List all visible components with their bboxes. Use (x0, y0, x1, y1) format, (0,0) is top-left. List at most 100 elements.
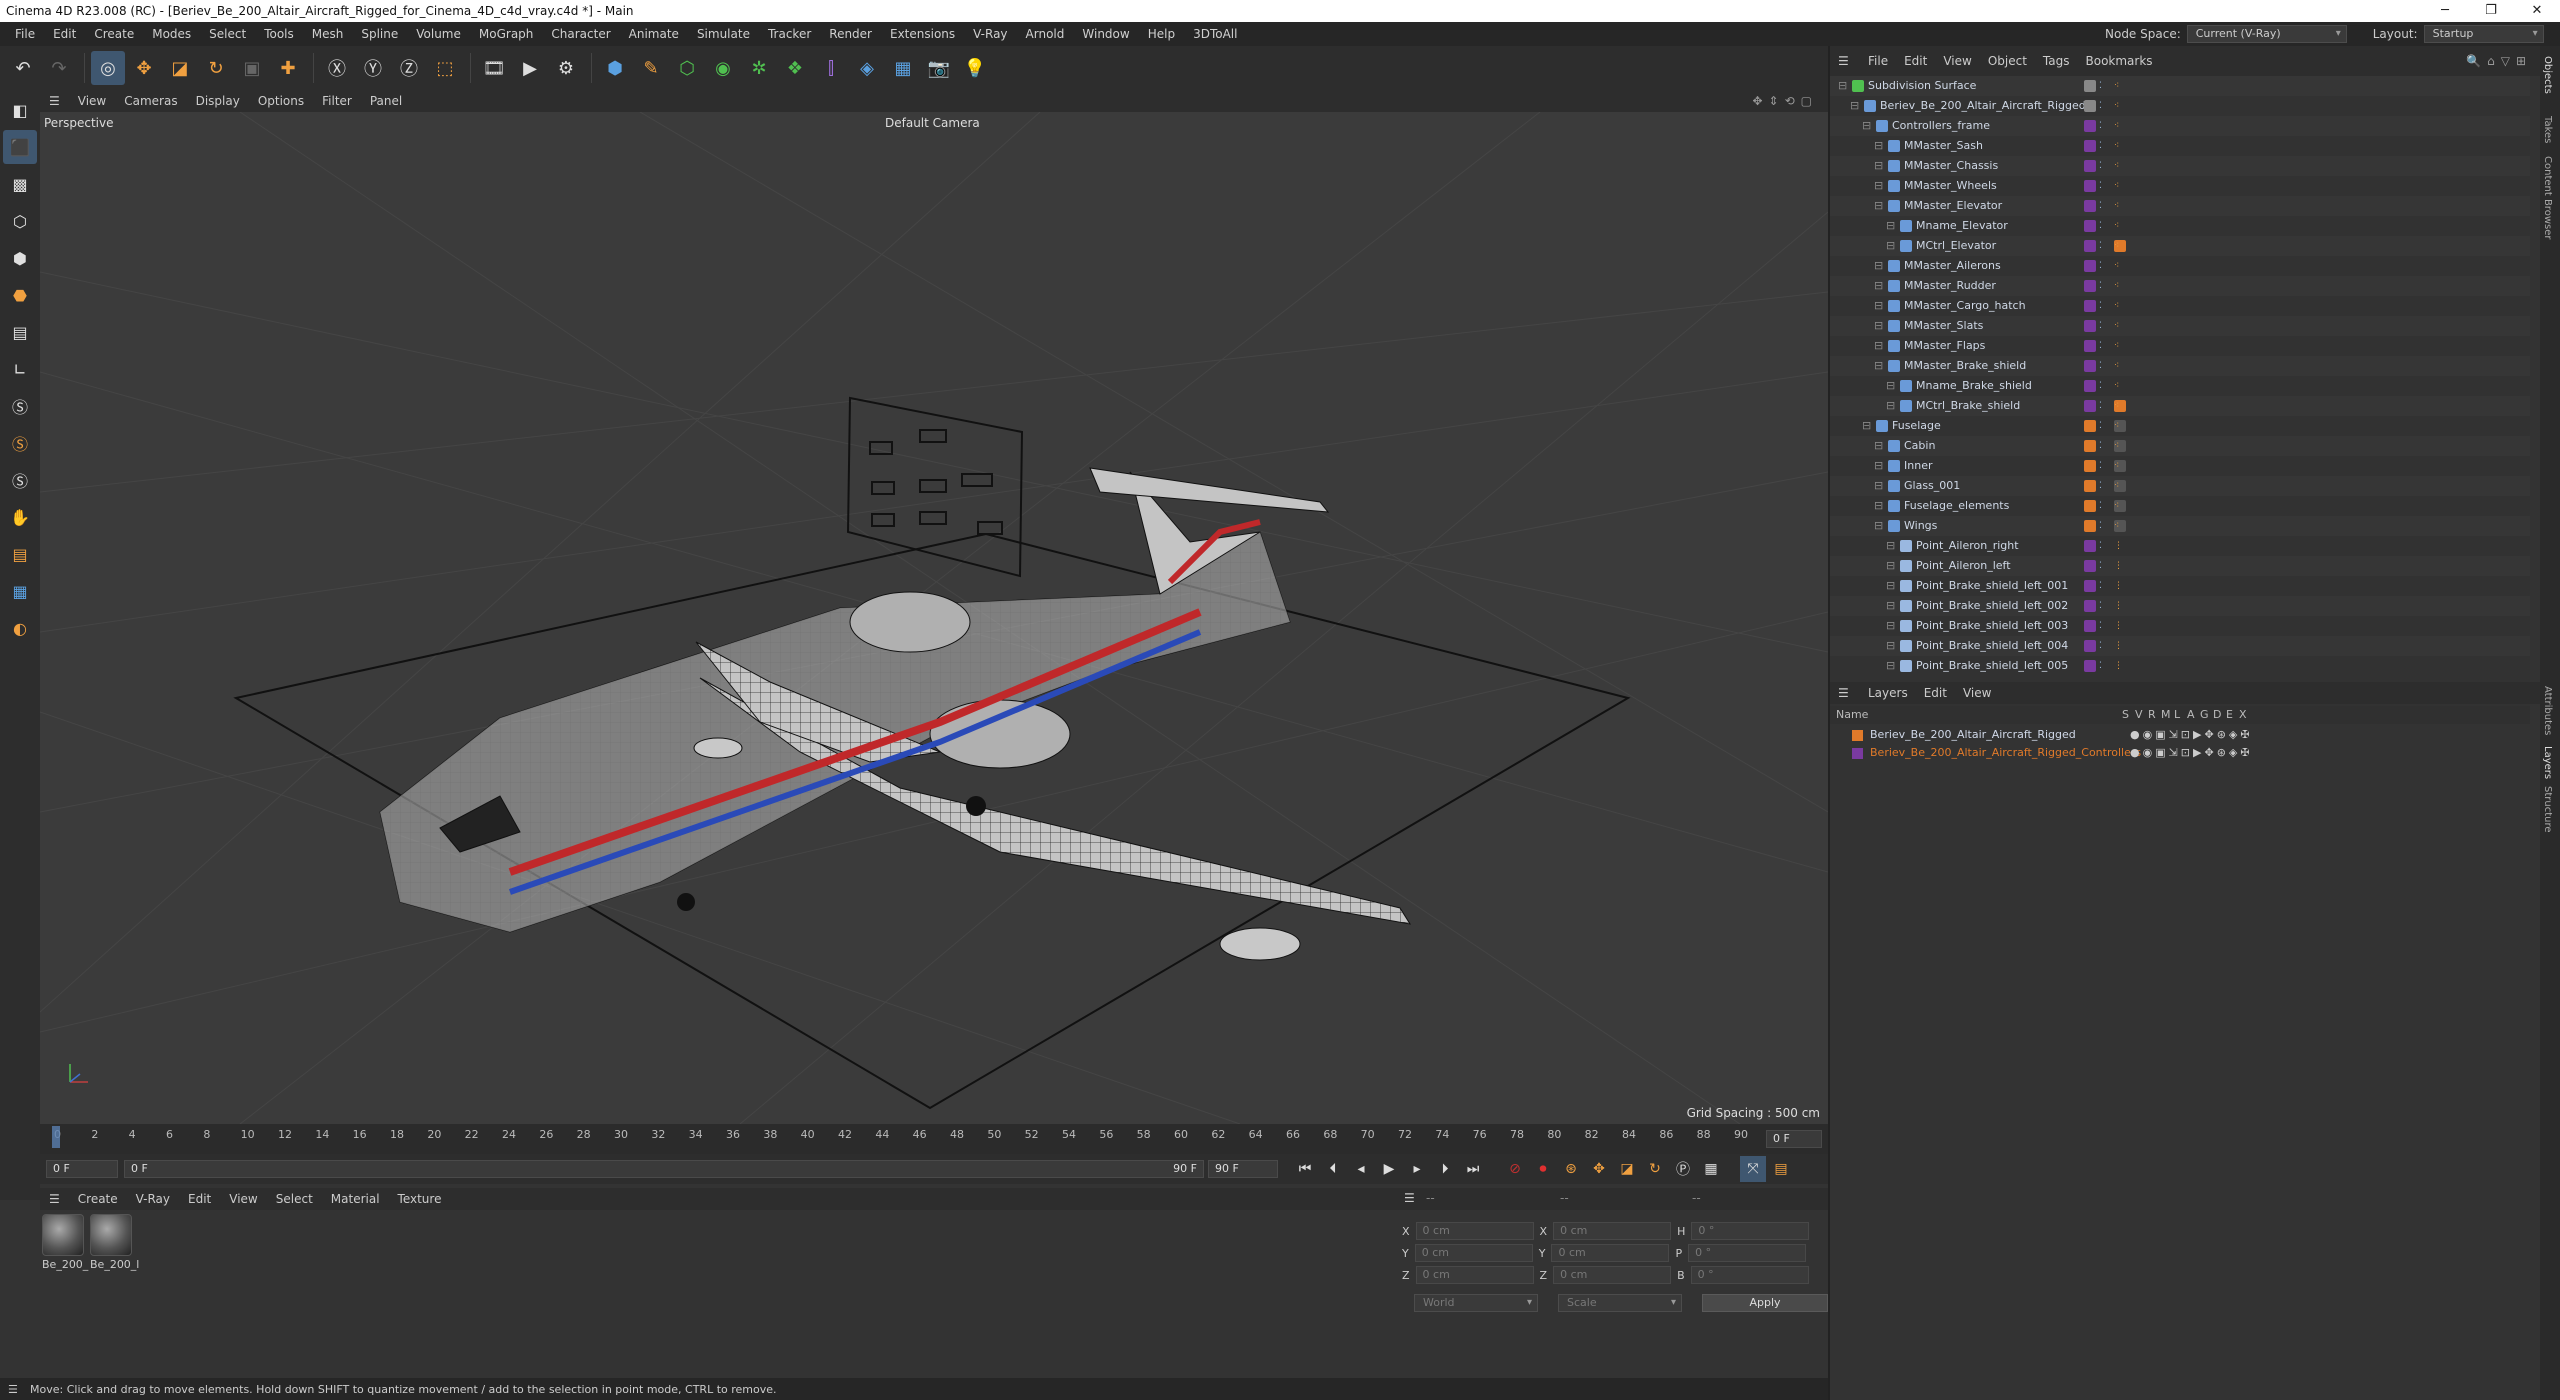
viewport-menu-filter[interactable]: Filter (313, 94, 361, 108)
object-search-icons[interactable]: 🔍⌂▽⊞ (2466, 54, 2532, 68)
recent-tool-icon[interactable]: ▣ (235, 51, 269, 85)
menu-animate[interactable]: Animate (620, 22, 688, 46)
expand-icon[interactable]: ⊟ (1874, 516, 1883, 536)
tag-icon[interactable]: ⁖ (2114, 420, 2126, 432)
node-space-dropdown[interactable]: Current (V-Ray) (2186, 25, 2347, 43)
size-x-field[interactable]: 0 cm (1553, 1222, 1672, 1240)
tag-icon[interactable]: ⋮ (2114, 540, 2126, 552)
rotation-key-icon[interactable]: ↻ (1642, 1156, 1668, 1182)
z-axis-icon[interactable]: Ⓩ (392, 51, 426, 85)
layer-color-swatch[interactable] (2084, 560, 2096, 572)
maximize-button[interactable]: ❐ (2468, 0, 2514, 22)
visibility-dots-icon[interactable]: ⁚ (2099, 300, 2111, 312)
keyframe-selection-icon[interactable]: ⊛ (1558, 1156, 1584, 1182)
axis-mode-icon[interactable]: ∟ (3, 352, 37, 386)
position-x-field[interactable]: 0 cm (1415, 1222, 1534, 1240)
lock-icon[interactable]: ✋ (3, 500, 37, 534)
tag-icon[interactable]: ⁖ (2114, 320, 2126, 332)
position-z-field[interactable]: 0 cm (1415, 1266, 1534, 1284)
layer-color-swatch[interactable] (2084, 120, 2096, 132)
minimize-button[interactable]: ─ (2422, 0, 2468, 22)
tag-icon[interactable]: ⁖ (2114, 400, 2126, 412)
render-region-icon[interactable]: 🎞 (477, 51, 511, 85)
object-tree-row[interactable]: ⊟ Beriev_Be_200_Altair_Aircraft_Rigged ⁚ ⁖ (1830, 96, 2530, 116)
frame-range-slider[interactable]: 0 F 90 F (124, 1160, 1204, 1178)
position-y-field[interactable]: 0 cm (1414, 1244, 1533, 1262)
layer-color-swatch[interactable] (2084, 620, 2096, 632)
menu-modes[interactable]: Modes (143, 22, 200, 46)
tag-icon[interactable]: ⁖ (2114, 180, 2126, 192)
layer-row[interactable]: Beriev_Be_200_Altair_Aircraft_Rigged_Con… (1830, 744, 2530, 762)
material-hamburger-icon[interactable]: ☰ (40, 1192, 69, 1206)
next-key-icon[interactable]: ⏵ (1432, 1156, 1458, 1182)
expand-icon[interactable]: ⊟ (1874, 476, 1883, 496)
expand-icon[interactable]: ⊟ (1886, 396, 1895, 416)
tag-icon[interactable]: ⁖ (2114, 260, 2126, 272)
visibility-dots-icon[interactable]: ⁚ (2099, 180, 2111, 192)
expand-icon[interactable]: ⊟ (1886, 616, 1895, 636)
motion-mode-icon[interactable]: ⤧ (1740, 1156, 1766, 1182)
visibility-dots-icon[interactable]: ⁚ (2099, 560, 2111, 572)
tab-takes[interactable]: Takes (2542, 116, 2553, 143)
viewport-menu-view[interactable]: View (69, 94, 115, 108)
tag-icon[interactable]: ⁖ (2114, 520, 2126, 532)
layer-color-swatch[interactable] (2084, 500, 2096, 512)
y-axis-icon[interactable]: Ⓨ (356, 51, 390, 85)
expand-icon[interactable]: ⊟ (1874, 496, 1883, 516)
autokey-icon[interactable]: ⏺ (1530, 1156, 1556, 1182)
cube-icon[interactable]: ⬢ (598, 51, 632, 85)
visibility-dots-icon[interactable]: ⁚ (2099, 500, 2111, 512)
object-tree-row[interactable]: ⊟ Cabin ⁚ ⁖ (1830, 436, 2530, 456)
end-frame-field[interactable]: 90 F (1208, 1160, 1278, 1178)
obj-menu-view[interactable]: View (1935, 54, 1979, 68)
object-tree-row[interactable]: ⊟ MMaster_Slats ⁚ ⁖ (1830, 316, 2530, 336)
menu-file[interactable]: File (6, 22, 44, 46)
tag-icon[interactable]: ⁖ (2114, 360, 2126, 372)
deformer-icon[interactable]: ⫿ (814, 51, 848, 85)
layer-color-swatch[interactable] (2084, 140, 2096, 152)
layer-color-swatch[interactable] (2084, 440, 2096, 452)
layer-color-swatch[interactable] (2084, 100, 2096, 112)
layer-color-swatch[interactable] (2084, 360, 2096, 372)
tag-icon[interactable]: ⁖ (2114, 140, 2126, 152)
menu-mograph[interactable]: MoGraph (470, 22, 543, 46)
object-tree-row[interactable]: ⊟ MMaster_Chassis ⁚ ⁖ (1830, 156, 2530, 176)
visibility-dots-icon[interactable]: ⁚ (2099, 360, 2111, 372)
tag-icon[interactable]: ⁖ (2114, 500, 2126, 512)
object-tree-row[interactable]: ⊟ Point_Brake_shield_left_002 ⁚ ⋮ (1830, 596, 2530, 616)
quantize-icon[interactable]: Ⓢ (3, 463, 37, 497)
visibility-dots-icon[interactable]: ⁚ (2099, 540, 2111, 552)
object-tree-row[interactable]: ⊟ Mname_Brake_shield ⁚ ⁖ (1830, 376, 2530, 396)
object-tree-row[interactable]: ⊟ Subdivision Surface ⁚ ⁖ (1830, 76, 2530, 96)
tag-icon[interactable]: ⁖ (2114, 380, 2126, 392)
menu-render[interactable]: Render (820, 22, 881, 46)
menu-help[interactable]: Help (1139, 22, 1184, 46)
material-swatch[interactable]: Be_200_l (90, 1214, 139, 1271)
play-icon[interactable]: ▶ (1376, 1156, 1402, 1182)
layer-color-swatch[interactable] (2084, 460, 2096, 472)
viewport-projection-label[interactable]: Perspective (44, 116, 114, 130)
timeline-icon[interactable]: ▤ (1768, 1156, 1794, 1182)
viewport-menu-options[interactable]: Options (249, 94, 313, 108)
visibility-dots-icon[interactable]: ⁚ (2099, 420, 2111, 432)
layers-menu-layers[interactable]: Layers (1860, 686, 1916, 700)
layer-color-swatch[interactable] (2084, 200, 2096, 212)
grid-icon[interactable]: ▦ (3, 574, 37, 608)
tag-icon[interactable]: ⁖ (2114, 200, 2126, 212)
scale-tool-icon[interactable]: ◪ (163, 51, 197, 85)
tag-icon[interactable]: ⁖ (2114, 120, 2126, 132)
x-axis-icon[interactable]: Ⓧ (320, 51, 354, 85)
menu-mesh[interactable]: Mesh (303, 22, 353, 46)
material-swatch[interactable]: Be_200_ (42, 1214, 88, 1271)
rotation-b-field[interactable]: 0 ° (1690, 1266, 1809, 1284)
layer-color-swatch[interactable] (2084, 640, 2096, 652)
select-tool-icon[interactable]: ◎ (91, 51, 125, 85)
menu-character[interactable]: Character (542, 22, 619, 46)
expand-icon[interactable]: ⊟ (1874, 276, 1883, 296)
next-frame-icon[interactable]: ▸ (1404, 1156, 1430, 1182)
tab-objects[interactable]: Objects (2542, 56, 2553, 94)
expand-icon[interactable]: ⊟ (1874, 296, 1883, 316)
rotate-tool-icon[interactable]: ↻ (199, 51, 233, 85)
undo-icon[interactable]: ↶ (6, 51, 40, 85)
expand-icon[interactable]: ⊟ (1886, 636, 1895, 656)
